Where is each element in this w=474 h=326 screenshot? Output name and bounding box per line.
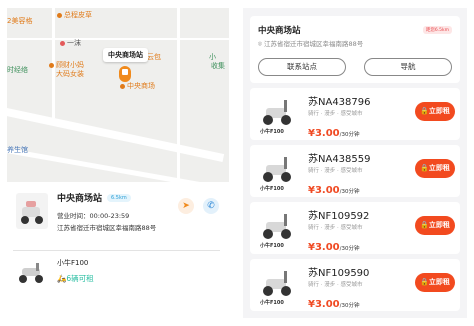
rent-now-button[interactable]: 🔒立即租 — [415, 216, 455, 235]
price-unit: /30分钟 — [339, 303, 360, 309]
call-button[interactable]: ✆ — [203, 198, 219, 214]
map-pin-icon[interactable] — [119, 66, 131, 82]
station-header-card: 中央商场站 距您6.5km ⌾ 江苏省宿迁市宿城区幸福南路88号 联系站点 导航 — [250, 16, 460, 83]
map-poi-label: 小 — [209, 53, 216, 61]
map-road — [177, 8, 180, 182]
available-count: 🛵6辆可租 — [57, 273, 94, 284]
rent-now-label: 立即租 — [428, 164, 450, 172]
map-poi-label: 养生馆 — [7, 146, 28, 154]
vehicle-plate: 苏NF109590 — [308, 268, 370, 279]
station-name: 中央商场站 — [57, 194, 103, 204]
vehicle-price: ¥3.00/30分钟 — [308, 121, 360, 140]
navigation-arrow-icon: ➤ — [182, 201, 190, 211]
map-poi-label: 收集 — [211, 62, 225, 70]
vehicle-plate: 苏NA438796 — [308, 97, 371, 108]
vehicle-model: 小牛F100 — [260, 243, 284, 249]
map-poi-label: 一沫 — [67, 39, 81, 47]
scooter-small-icon: 🛵 — [57, 274, 67, 283]
map-road — [7, 38, 229, 40]
rent-now-label: 立即租 — [428, 107, 450, 115]
map-poi[interactable]: 一沫 — [60, 39, 81, 48]
vehicle-price: ¥3.00/30分钟 — [308, 292, 360, 311]
rent-now-button[interactable]: 🔒立即租 — [415, 273, 455, 292]
model-photo — [15, 260, 47, 286]
price-amount: ¥3.00 — [308, 185, 340, 196]
lock-icon: 🔒 — [420, 278, 429, 286]
map-poi-label: 2美容格 — [7, 17, 33, 25]
station-address-text: 江苏省宿迁市宿城区幸福南路88号 — [263, 40, 364, 48]
station-photo — [16, 193, 48, 229]
map-poi-label: 中央商场 — [127, 82, 155, 90]
vehicle-plate: 苏NA438559 — [308, 154, 371, 165]
model-availability[interactable]: 小牛F100 🛵6辆可租 — [13, 256, 223, 290]
vehicle-card[interactable]: 小牛F100 苏NA438796 骑行 · 漫步 · 感受城市 ¥3.00/30… — [250, 88, 460, 140]
app-root: 总程皮草 2美容格 一沫 云包 小 收集 时经络 顾财小妈 大码女装 中央商场 … — [0, 0, 474, 326]
available-count-text: 6辆可租 — [66, 274, 94, 283]
rent-now-button[interactable]: 🔒立即租 — [415, 159, 455, 178]
map-poi[interactable]: 2美容格 — [7, 17, 32, 26]
vehicle-tags: 骑行 · 漫步 · 感受城市 — [308, 282, 363, 288]
price-unit: /30分钟 — [339, 246, 360, 252]
vehicle-model: 小牛F100 — [260, 129, 284, 135]
map-poi-label: 大码女装 — [56, 70, 84, 78]
phone-icon: ✆ — [207, 201, 215, 211]
price-amount: ¥3.00 — [308, 299, 340, 310]
map-station-callout[interactable]: 中央商场站 — [103, 48, 148, 62]
contact-station-button[interactable]: 联系站点 — [258, 58, 346, 76]
price-amount: ¥3.00 — [308, 128, 340, 139]
map-poi[interactable]: 时经络 — [7, 66, 28, 75]
vehicle-card[interactable]: 小牛F100 苏NF109590 骑行 · 漫步 · 感受城市 ¥3.00/30… — [250, 259, 460, 311]
rent-now-label: 立即租 — [428, 221, 450, 229]
station-title: 中央商场站 — [258, 26, 301, 36]
map-poi[interactable]: 小 — [209, 53, 216, 62]
hours-label: 营业时间： — [57, 212, 90, 220]
navigate-button[interactable]: 导航 — [364, 58, 452, 76]
station-info: 中央商场站 6.5km 营业时间：00:00-23:59 江苏省宿迁市宿城区幸福… — [13, 188, 223, 244]
distance-badge: 距您6.5km — [422, 26, 452, 34]
rent-now-button[interactable]: 🔒立即租 — [415, 102, 455, 121]
divider — [13, 250, 220, 251]
vehicle-card[interactable]: 小牛F100 苏NA438559 骑行 · 漫步 · 感受城市 ¥3.00/30… — [250, 145, 460, 197]
map-poi[interactable]: 养生馆 — [7, 146, 28, 155]
vehicle-plate: 苏NF109592 — [308, 211, 370, 222]
price-unit: /30分钟 — [339, 132, 360, 138]
price-amount: ¥3.00 — [308, 242, 340, 253]
map-poi[interactable]: 收集 — [211, 62, 225, 71]
station-address: ⌾ 江苏省宿迁市宿城区幸福南路88号 — [258, 38, 363, 49]
map-poi[interactable]: 总程皮草 — [57, 11, 92, 20]
distance-badge: 6.5km — [107, 194, 131, 202]
vehicle-tags: 骑行 · 漫步 · 感受城市 — [308, 225, 363, 231]
vehicle-tags: 骑行 · 漫步 · 感受城市 — [308, 168, 363, 174]
map-poi[interactable]: 中央商场 — [120, 82, 155, 91]
vehicle-price: ¥3.00/30分钟 — [308, 235, 360, 254]
scooter-icon — [19, 263, 43, 283]
station-detail-panel: 中央商场站 距您6.5km ⌾ 江苏省宿迁市宿城区幸福南路88号 联系站点 导航… — [243, 8, 467, 318]
map-poi[interactable]: 大码女装 — [56, 70, 84, 79]
station-address: 江苏省宿迁市宿城区幸福南路88号 — [57, 224, 157, 232]
station-hours: 营业时间：00:00-23:59 — [57, 210, 129, 220]
map-poi[interactable]: 顾财小妈 — [49, 61, 84, 70]
navigate-button[interactable]: ➤ — [178, 198, 194, 214]
model-name: 小牛F100 — [57, 259, 89, 267]
lock-icon: 🔒 — [420, 164, 429, 172]
vehicle-card[interactable]: 小牛F100 苏NF109592 骑行 · 漫步 · 感受城市 ¥3.00/30… — [250, 202, 460, 254]
lock-icon: 🔒 — [420, 107, 429, 115]
rent-now-label: 立即租 — [428, 278, 450, 286]
map-poi-label: 时经络 — [7, 66, 28, 74]
vehicle-price: ¥3.00/30分钟 — [308, 178, 360, 197]
price-unit: /30分钟 — [339, 189, 360, 195]
map-poi-label: 云包 — [147, 53, 161, 61]
vehicle-tags: 骑行 · 漫步 · 感受城市 — [308, 111, 363, 117]
station-map-panel: 总程皮草 2美容格 一沫 云包 小 收集 时经络 顾财小妈 大码女装 中央商场 … — [0, 0, 232, 326]
map-poi-label: 总程皮草 — [64, 11, 92, 19]
hours-value: 00:00-23:59 — [89, 212, 130, 220]
map-view[interactable]: 总程皮草 2美容格 一沫 云包 小 收集 时经络 顾财小妈 大码女装 中央商场 … — [7, 8, 229, 182]
scooter-icon — [21, 201, 43, 224]
vehicle-model: 小牛F100 — [260, 186, 284, 192]
map-poi-label: 顾财小妈 — [56, 61, 84, 69]
vehicle-model: 小牛F100 — [260, 300, 284, 306]
lock-icon: 🔒 — [420, 221, 429, 229]
